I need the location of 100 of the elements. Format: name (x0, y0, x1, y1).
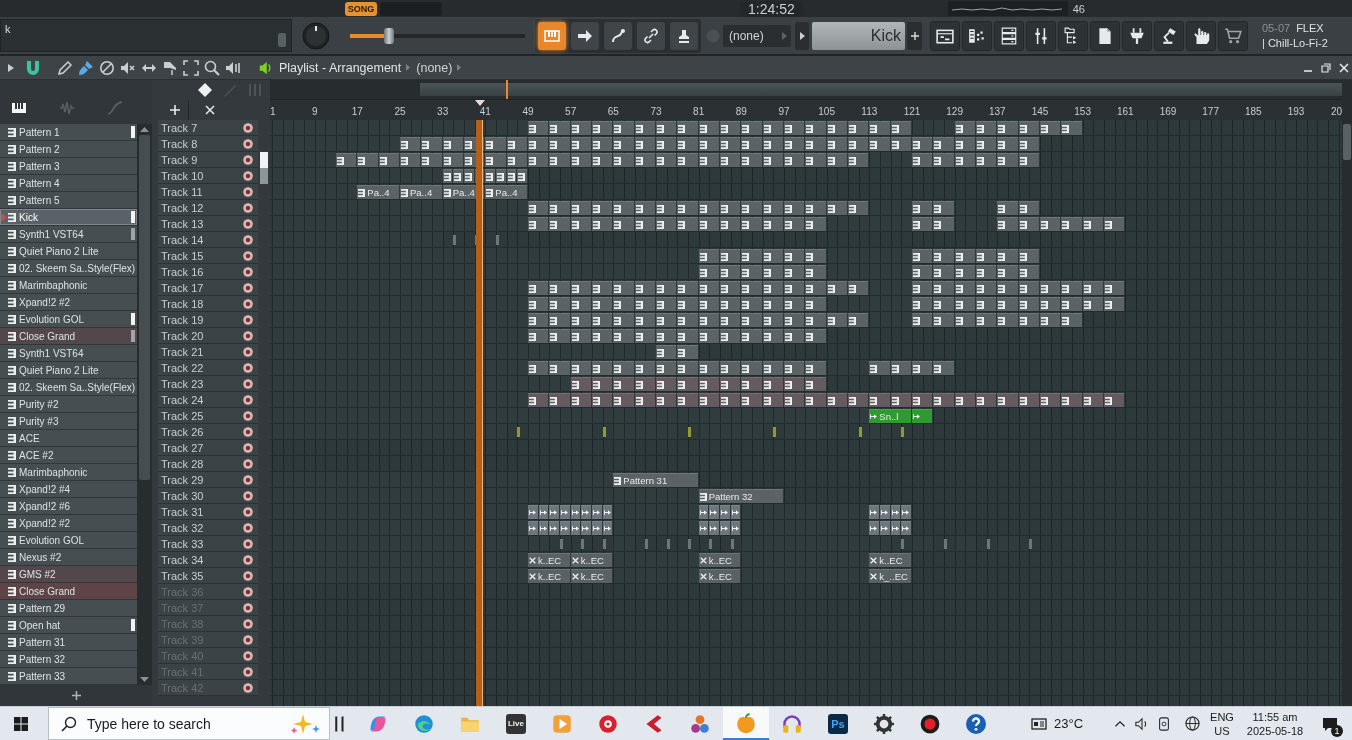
restore-icon[interactable] (1321, 62, 1331, 73)
selector-dropdown[interactable]: (none) (723, 24, 791, 47)
track-toggle-icon[interactable] (243, 618, 253, 629)
track-toggle-icon[interactable] (243, 682, 253, 693)
scroll-thumb[interactable] (260, 152, 268, 184)
track-header[interactable]: Track 15 (158, 248, 258, 264)
file-button[interactable] (1090, 20, 1120, 51)
pattern-item[interactable]: Pattern 4 (0, 175, 137, 192)
track-toggle-icon[interactable] (243, 170, 253, 181)
lamp-button[interactable] (1154, 20, 1184, 51)
pattern-item[interactable]: Pattern 32 (0, 651, 137, 668)
pattern-item[interactable]: Nexus #2 (0, 549, 137, 566)
taskbar-app-button[interactable]: Ps (815, 707, 861, 740)
track-toggle-icon[interactable] (243, 314, 253, 325)
pattern-item[interactable]: ACE (0, 430, 137, 447)
scrollbar[interactable] (1342, 80, 1352, 706)
track-toggle-icon[interactable] (243, 154, 253, 165)
track-header[interactable]: Track 18 (158, 296, 258, 312)
pattern-item[interactable]: Purity #3 (0, 413, 137, 430)
pattern-item[interactable]: Pattern 2 (0, 141, 137, 158)
track-header[interactable]: Track 27 (158, 440, 258, 456)
browser-button[interactable] (1058, 20, 1088, 51)
search-field[interactable]: Type here to search (87, 711, 281, 736)
track-toggle-icon[interactable] (243, 538, 253, 549)
track-header[interactable]: Track 12 (158, 200, 258, 216)
scroll-thumb[interactable] (1343, 124, 1351, 160)
track-toggle-icon[interactable] (243, 442, 253, 453)
track-toggle-icon[interactable] (243, 554, 253, 565)
pattern-item[interactable]: Pattern 1 (0, 124, 137, 141)
pattern-item[interactable]: Xpand!2 #4 (0, 481, 137, 498)
track-toggle-icon[interactable] (243, 602, 253, 613)
notifications-button[interactable]: 1 (1314, 707, 1346, 740)
pattern-item[interactable]: Kick (0, 209, 137, 226)
magnifier-icon[interactable] (204, 59, 220, 76)
close-icon[interactable] (1339, 62, 1349, 73)
track-toggle-icon[interactable] (243, 330, 253, 341)
track-header[interactable]: Track 33 (158, 536, 258, 552)
pattern-item[interactable]: Synth1 VST64 (0, 226, 137, 243)
timeline-ruler[interactable]: 1 9 17 25 33 41 49 57 65 73 81 89 97 105 113 121 129 137 145 153 161 169 177 185 193 20 (270, 100, 1342, 120)
track-toggle-icon[interactable] (243, 362, 253, 373)
track-toggle-icon[interactable] (243, 250, 253, 261)
track-toggle-icon[interactable] (243, 650, 253, 661)
playlist-button[interactable] (930, 20, 960, 51)
track-toggle-icon[interactable] (243, 410, 253, 421)
track-header[interactable]: Track 21 (158, 344, 258, 360)
piano-icon[interactable] (10, 100, 28, 116)
pattern-item[interactable]: Marimbaphonic (0, 464, 137, 481)
scroll-thumb[interactable] (139, 135, 150, 480)
track-header[interactable]: Track 25 (158, 408, 258, 424)
track-toggle-icon[interactable] (243, 218, 253, 229)
track-header[interactable]: Track 19 (158, 312, 258, 328)
track-toggle-icon[interactable] (243, 490, 253, 501)
plugin-button[interactable] (1122, 20, 1152, 51)
search-bar[interactable]: Type here to search (48, 707, 330, 740)
hammer-icon[interactable] (162, 59, 178, 76)
track-toggle-icon[interactable] (243, 570, 253, 581)
track-toggle-icon[interactable] (243, 522, 253, 533)
pattern-item[interactable]: Close Grand (0, 583, 137, 600)
track-toggle-icon[interactable] (243, 378, 253, 389)
track-header[interactable]: Track 11 (158, 184, 258, 200)
track-toggle-icon[interactable] (243, 266, 253, 277)
track-header[interactable]: Track 7 (158, 120, 258, 136)
slider-thumb[interactable] (383, 27, 394, 44)
pattern-item[interactable]: Xpand!2 #2 (0, 515, 137, 532)
pencil-icon[interactable] (57, 59, 73, 76)
track-toggle-icon[interactable] (243, 346, 253, 357)
pattern-item[interactable]: GMS #2 (0, 566, 137, 583)
track-toggle-icon[interactable] (243, 666, 253, 677)
track-header[interactable]: Track 10 (158, 168, 258, 184)
device-icon[interactable] (1157, 716, 1171, 731)
track-toggle-icon[interactable] (243, 282, 253, 293)
prohibit-icon[interactable] (99, 59, 115, 76)
track-header[interactable]: Track 22 (158, 360, 258, 376)
track-toggle-icon[interactable] (243, 298, 253, 309)
track-header[interactable]: Track 31 (158, 504, 258, 520)
pattern-item[interactable]: Synth1 VST64 (0, 345, 137, 362)
speaker-icon[interactable] (1135, 716, 1149, 731)
track-toggle-icon[interactable] (243, 474, 253, 485)
arrow-down-icon[interactable] (140, 677, 149, 682)
song-mode-button[interactable]: SONG (345, 1, 377, 16)
track-header[interactable]: Track 20 (158, 328, 258, 344)
tool-button[interactable] (604, 21, 632, 50)
track-toggle-icon[interactable] (243, 506, 253, 517)
mixer-button[interactable] (1026, 20, 1056, 51)
selection-icon[interactable] (183, 59, 199, 76)
tool-button[interactable] (670, 21, 698, 50)
pattern-item[interactable]: Quiet Piano 2 Lite (0, 243, 137, 260)
track-header[interactable]: Track 16 (158, 264, 258, 280)
track-header[interactable]: Track 30 (158, 488, 258, 504)
pattern-item[interactable]: 02. Skeem Sa..Style(Flex) (0, 379, 137, 396)
pattern-item[interactable]: Pattern 33 (0, 668, 137, 685)
pattern-item[interactable]: Pattern 29 (0, 600, 137, 617)
pattern-item[interactable]: Open hat (0, 617, 137, 634)
track-header[interactable]: Track 14 (158, 232, 258, 248)
pattern-item[interactable]: Pattern 31 (0, 634, 137, 651)
track-toggle-icon[interactable] (243, 634, 253, 645)
track-toggle-icon[interactable] (243, 202, 253, 213)
pattern-item[interactable]: Close Grand (0, 328, 137, 345)
pattern-item[interactable]: Pattern 3 (0, 158, 137, 175)
taskbar-app-button[interactable]: Live (493, 707, 539, 740)
